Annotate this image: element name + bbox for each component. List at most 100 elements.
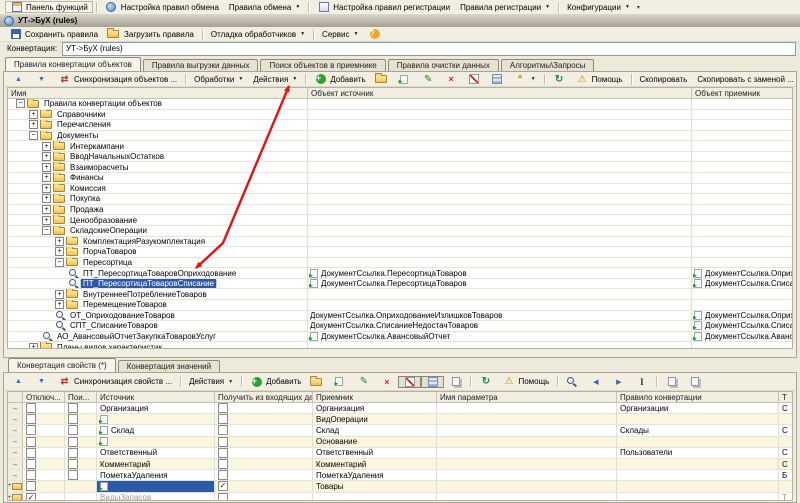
toolbar-overflow-chevron-icon[interactable]: ▾ [635, 4, 642, 11]
tree-row[interactable]: +КомплектацияРазукомплектация [8, 237, 792, 248]
properties-toolbar-button-21[interactable]: I [630, 376, 653, 388]
properties-toolbar-button-24[interactable] [683, 376, 706, 388]
tree-expander-icon[interactable]: − [29, 131, 38, 140]
tree-row[interactable]: +ПорчаТоваров [8, 247, 792, 258]
tree-row[interactable]: ОТ_ОприходованиеТоваровДокументСсылка.Оп… [8, 311, 792, 322]
tree-expander-icon[interactable]: + [29, 120, 38, 129]
disable-checkbox[interactable] [26, 470, 36, 480]
tree-row[interactable]: +Ценообразование [8, 215, 792, 226]
properties-column-header[interactable]: Т [779, 392, 792, 402]
menu-button-6[interactable]: Правила регистрации▼ [455, 1, 555, 13]
properties-toolbar-button-13[interactable] [444, 376, 467, 388]
objects-toolbar-button-19[interactable]: Скопировать [635, 73, 693, 85]
search-checkbox[interactable] [68, 414, 78, 424]
properties-toolbar-button-0[interactable]: ▲ [7, 376, 30, 388]
properties-toolbar-button-2[interactable]: ⇄Синхронизация свойств ... [53, 376, 177, 388]
disable-checkbox[interactable] [26, 448, 36, 458]
menu-button-2[interactable]: Настройка правил обмена [100, 1, 224, 13]
objects-column-header[interactable]: Объект источник [308, 88, 692, 98]
properties-toolbar-button-19[interactable]: ◀ [584, 376, 607, 388]
properties-toolbar-button-12[interactable] [421, 376, 444, 388]
disable-checkbox[interactable] [26, 459, 36, 469]
disable-checkbox[interactable]: ✓ [26, 493, 36, 501]
disable-checkbox[interactable] [26, 414, 36, 424]
row-head-cell[interactable]: – [8, 448, 23, 458]
objects-toolbar-button-5[interactable]: Действия▼ [248, 73, 302, 85]
rules-toolbar-button-1[interactable]: Загрузить правила [103, 28, 199, 40]
main-tab-3[interactable]: Правила очистки данных [388, 59, 499, 71]
property-row[interactable]: –ПометкаУдаленияПометкаУдаленияБ [8, 470, 792, 481]
property-row[interactable]: –СкладСкладСкладыС [8, 425, 792, 436]
search-checkbox[interactable] [68, 448, 78, 458]
tree-row[interactable]: −Правила конвертации объектов [8, 99, 792, 110]
tree-row[interactable]: +ВнутреннееПотреблениеТоваров [8, 289, 792, 300]
property-row[interactable]: –КомментарийКомментарийС [8, 459, 792, 470]
properties-toolbar-button-23[interactable] [660, 376, 683, 388]
property-row[interactable]: +✓Товары [8, 481, 792, 492]
properties-toolbar-button-10[interactable]: × [375, 376, 398, 388]
row-head-cell[interactable]: – [8, 414, 23, 424]
properties-column-header[interactable]: Пои... [65, 392, 97, 402]
objects-column-header[interactable]: Объект приемник [692, 88, 792, 98]
source-property-cell[interactable]: Ответственный [97, 448, 215, 458]
properties-toolbar-button-18[interactable] [561, 376, 584, 388]
incoming-data-checkbox[interactable] [218, 403, 228, 413]
tree-expander-icon[interactable]: − [42, 226, 51, 235]
properties-column-header[interactable]: Получить из входящих данных [215, 392, 313, 402]
properties-toolbar-button-4[interactable]: Действия▼ [184, 376, 238, 388]
rules-toolbar-button-6[interactable]: ? [363, 28, 386, 40]
incoming-data-checkbox[interactable]: ✓ [218, 481, 228, 491]
row-head-cell[interactable]: – [8, 470, 23, 480]
objects-toolbar-button-2[interactable]: ⇄Синхронизация объектов ... [53, 73, 182, 85]
objects-toolbar-button-13[interactable] [486, 73, 509, 85]
objects-toolbar-button-1[interactable]: ▼ [30, 73, 53, 85]
tree-expander-icon[interactable]: + [42, 216, 51, 225]
tree-row[interactable]: −Документы [8, 131, 792, 142]
row-head-cell[interactable]: + [8, 481, 23, 491]
tree-expander-icon[interactable]: + [55, 247, 64, 256]
objects-toolbar-button-0[interactable]: ▲ [7, 73, 30, 85]
tree-row[interactable]: −СкладскиеОперации [8, 226, 792, 237]
objects-column-header[interactable]: Имя [8, 88, 308, 98]
property-row[interactable]: –Основание [8, 437, 792, 448]
main-tab-4[interactable]: Алгоритмы\Запросы [501, 59, 595, 71]
source-property-cell[interactable]: Комментарий [97, 459, 215, 469]
objects-toolbar-button-16[interactable]: ↻ [548, 73, 571, 85]
tree-expander-icon[interactable]: + [55, 300, 64, 309]
row-head-cell[interactable]: + [8, 493, 23, 502]
properties-toolbar-button-6[interactable]: +Добавить [245, 376, 306, 388]
properties-toolbar-button-16[interactable]: ⚠Помощь [497, 376, 554, 388]
tree-row[interactable]: +ПеремещениеТоваров [8, 300, 792, 311]
tree-expander-icon[interactable]: + [29, 110, 38, 119]
incoming-data-checkbox[interactable] [218, 493, 228, 501]
main-tab-0[interactable]: Правила конвертации объектов [5, 57, 141, 71]
objects-toolbar-button-14[interactable]: *▼ [509, 73, 541, 85]
properties-toolbar-button-7[interactable] [306, 376, 329, 388]
menu-button-8[interactable]: Конфигурации▼ [562, 1, 635, 13]
tree-row[interactable]: +ВводНачальныхОстатков [8, 152, 792, 163]
properties-column-header[interactable]: Правило конвертации [617, 392, 779, 402]
objects-toolbar-button-7[interactable]: +Добавить [309, 73, 370, 85]
incoming-data-checkbox[interactable] [218, 470, 228, 480]
main-tab-1[interactable]: Правила выгрузки данных [143, 59, 259, 71]
properties-column-header[interactable]: Имя параметра [437, 392, 617, 402]
tree-expander-icon[interactable]: + [42, 152, 51, 161]
tree-expander-icon[interactable]: + [42, 142, 51, 151]
row-head-cell[interactable]: – [8, 403, 23, 413]
search-checkbox[interactable] [68, 437, 78, 447]
source-property-cell[interactable]: ВидыЗапасов [97, 493, 215, 502]
disable-checkbox[interactable] [26, 403, 36, 413]
tree-row[interactable]: +Продажа [8, 205, 792, 216]
properties-toolbar-button-9[interactable]: ✎ [352, 376, 375, 388]
disable-checkbox[interactable] [26, 481, 36, 491]
objects-toolbar-button-9[interactable] [394, 73, 417, 85]
source-property-cell[interactable] [97, 481, 215, 491]
source-property-cell[interactable] [97, 414, 215, 424]
tree-row[interactable]: +Комиссия [8, 184, 792, 195]
search-checkbox[interactable] [68, 470, 78, 480]
property-row[interactable]: –ВидОперации [8, 414, 792, 425]
source-property-cell[interactable]: ПометкаУдаления [97, 470, 215, 480]
search-checkbox[interactable] [68, 459, 78, 469]
incoming-data-checkbox[interactable] [218, 414, 228, 424]
properties-column-header[interactable]: Приемник [313, 392, 437, 402]
